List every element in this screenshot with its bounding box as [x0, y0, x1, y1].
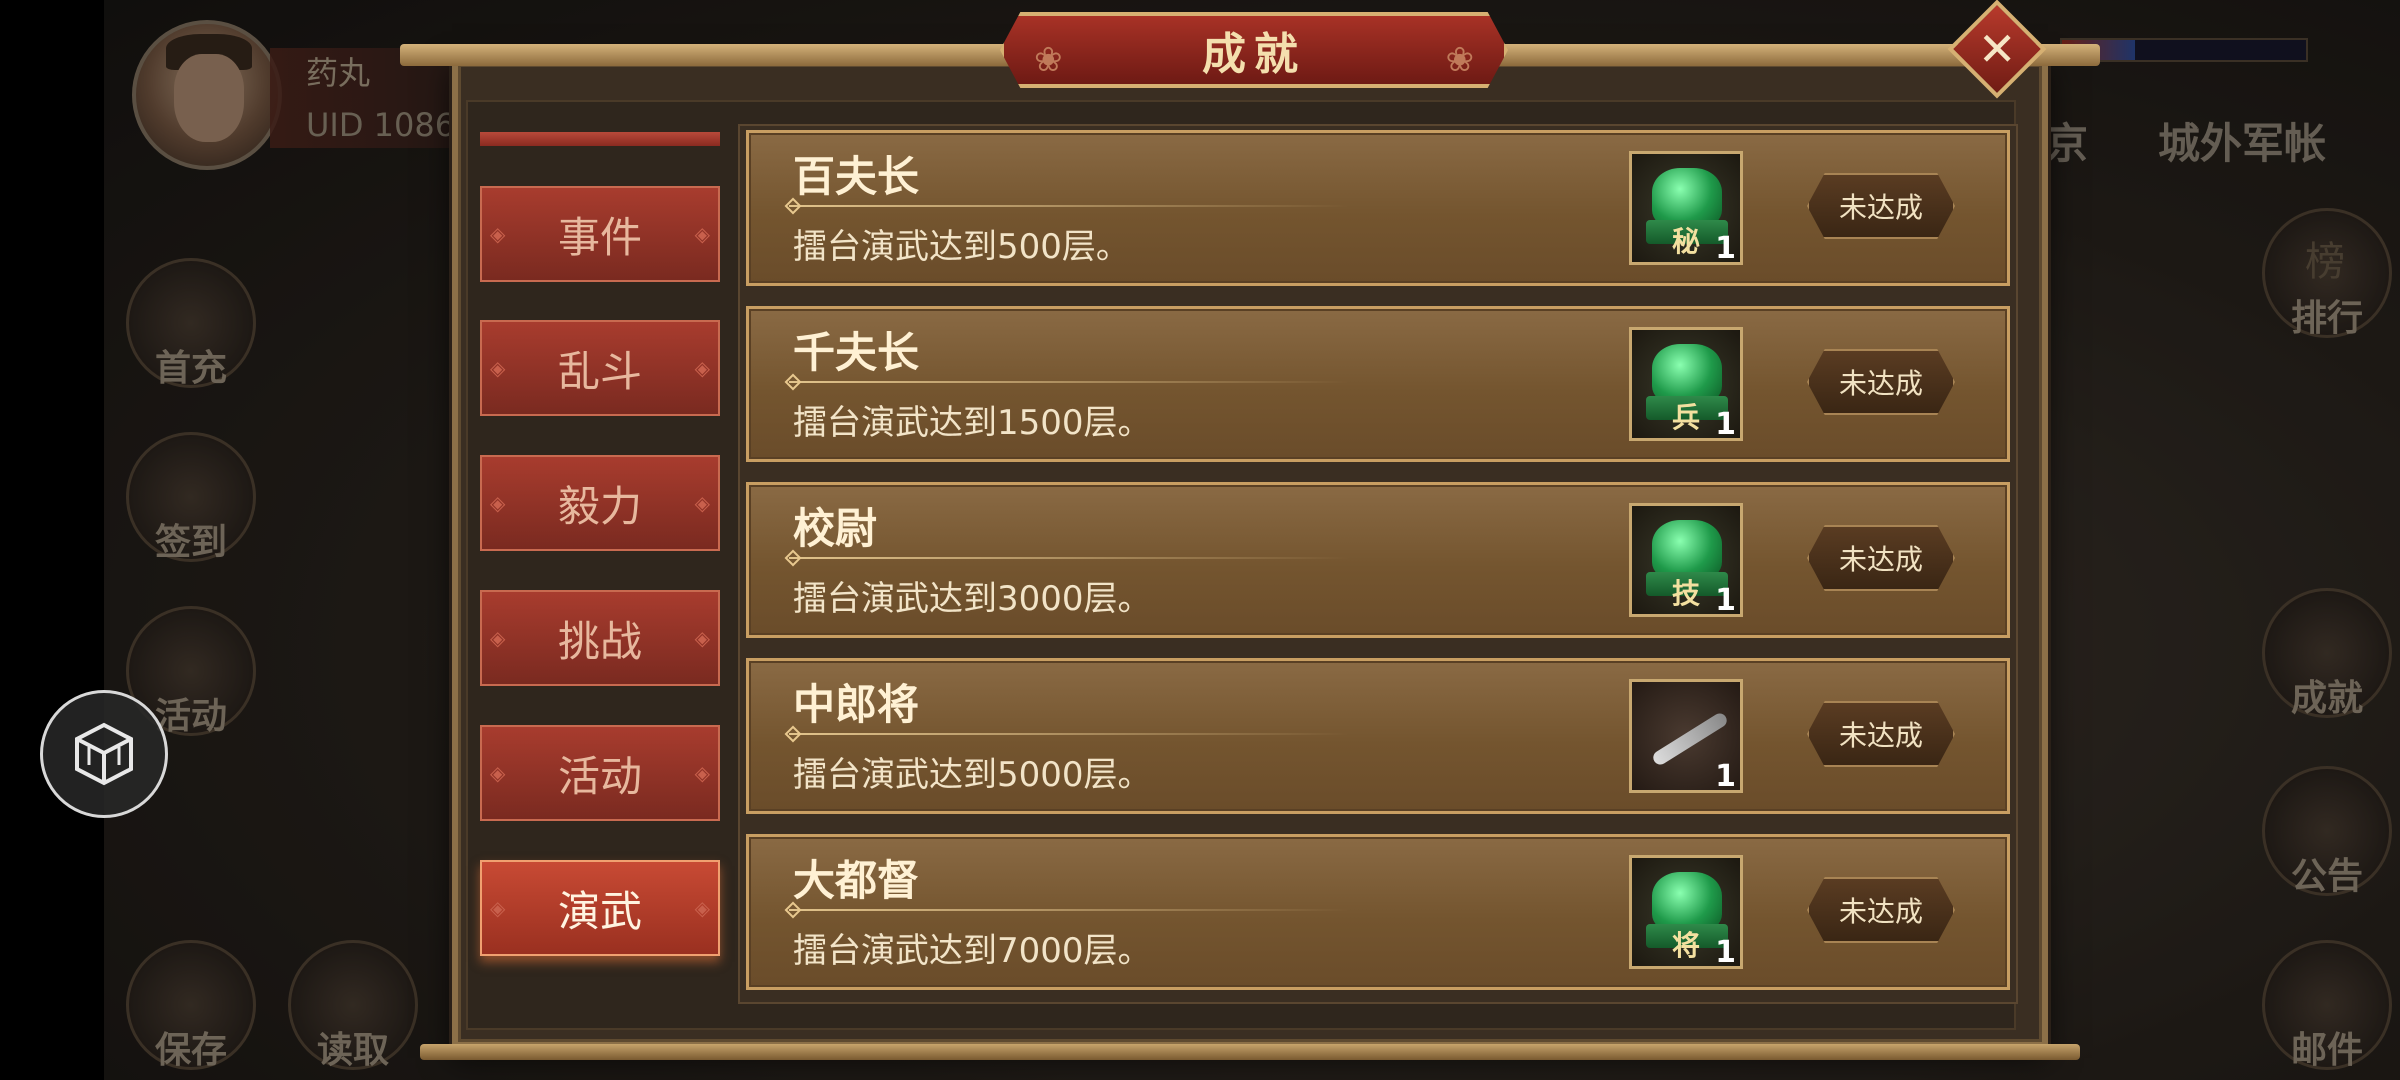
jade-seal-icon	[1652, 872, 1722, 932]
achievement-description: 擂台演武达到1500层。	[793, 403, 1152, 443]
reward-quantity: 1	[1715, 759, 1736, 794]
title-divider	[789, 733, 1349, 735]
category-tab-perseverance[interactable]: 毅力	[480, 455, 720, 551]
reward-item[interactable]: 秘 1	[1629, 151, 1743, 266]
category-tab-challenge[interactable]: 挑战	[480, 590, 720, 686]
reward-item[interactable]: 技 1	[1629, 503, 1743, 618]
dialog-bottom-frame	[420, 1044, 2080, 1060]
floating-cube-button[interactable]	[40, 690, 168, 818]
cube-icon	[75, 722, 133, 786]
status-button[interactable]: 未达成	[1807, 349, 1955, 415]
category-tab-brawl[interactable]: 乱斗	[480, 320, 720, 416]
achievement-title: 校尉	[793, 504, 878, 553]
reward-quantity: 1	[1715, 935, 1736, 970]
achievement-description: 擂台演武达到500层。	[793, 227, 1130, 267]
dialog-title-plate: ❀ 成就 ❀	[1000, 12, 1508, 88]
achievement-title: 千夫长	[793, 328, 920, 377]
achievement-title: 中郎将	[793, 680, 920, 729]
category-tab-event[interactable]: 事件	[480, 186, 720, 282]
title-right-ornament-icon: ❀	[1445, 40, 1475, 80]
status-button[interactable]: 未达成	[1807, 525, 1955, 591]
category-tab-martial[interactable]: 演武	[480, 860, 720, 956]
status-button[interactable]: 未达成	[1807, 173, 1955, 239]
reward-quantity: 1	[1715, 231, 1736, 266]
title-left-ornament-icon: ❀	[1034, 40, 1063, 80]
status-button[interactable]: 未达成	[1807, 701, 1955, 767]
achievement-row: 百夫长 擂台演武达到500层。 秘 1 未达成	[746, 130, 2010, 286]
title-divider	[789, 381, 1349, 383]
reward-item[interactable]: 兵 1	[1629, 327, 1743, 442]
jade-seal-icon	[1652, 168, 1722, 228]
jade-seal-icon	[1652, 344, 1722, 404]
achievement-description: 擂台演武达到7000层。	[793, 931, 1152, 971]
status-button[interactable]: 未达成	[1807, 877, 1955, 943]
category-tab-partial[interactable]	[480, 132, 720, 146]
close-icon: ✕	[1977, 21, 2017, 76]
dialog-title: 成就	[1202, 29, 1306, 80]
achievement-row: 校尉 擂台演武达到3000层。 技 1 未达成	[746, 482, 2010, 638]
achievement-description: 擂台演武达到3000层。	[793, 579, 1152, 619]
achievement-title: 百夫长	[793, 152, 920, 201]
title-divider	[789, 557, 1349, 559]
reward-quantity: 1	[1715, 583, 1736, 618]
reward-item[interactable]: 1	[1629, 679, 1743, 794]
achievement-description: 擂台演武达到5000层。	[793, 755, 1152, 795]
achievement-row: 大都督 擂台演武达到7000层。 将 1 未达成	[746, 834, 2010, 990]
achievement-row: 千夫长 擂台演武达到1500层。 兵 1 未达成	[746, 306, 2010, 462]
title-divider	[789, 205, 1349, 207]
title-divider	[789, 909, 1349, 911]
reward-item[interactable]: 将 1	[1629, 855, 1743, 970]
achievement-row: 中郎将 擂台演武达到5000层。 1 未达成	[746, 658, 2010, 814]
category-tab-activity[interactable]: 活动	[480, 725, 720, 821]
reward-quantity: 1	[1715, 407, 1736, 442]
jade-seal-icon	[1652, 520, 1722, 580]
achievement-title: 大都督	[793, 856, 920, 905]
